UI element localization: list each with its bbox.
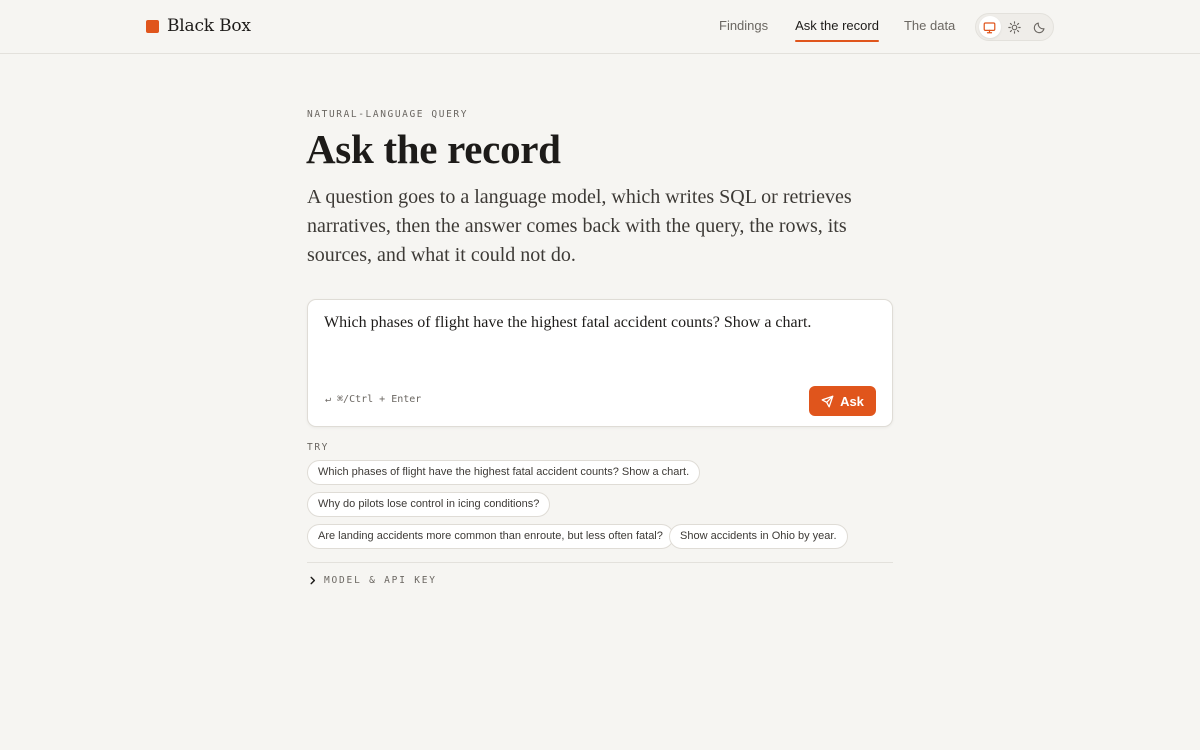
theme-system-button[interactable] bbox=[979, 16, 1001, 38]
model-settings-label: MODEL & API KEY bbox=[324, 575, 437, 586]
query-composer: Which phases of flight have the highest … bbox=[307, 299, 893, 427]
brand-logo-icon bbox=[146, 19, 159, 33]
theme-toggle bbox=[975, 13, 1054, 41]
page-eyebrow: NATURAL-LANGUAGE QUERY bbox=[307, 109, 469, 120]
ask-button-label: Ask bbox=[840, 393, 864, 409]
top-bar: Black Box Findings Ask the record The da… bbox=[0, 0, 1200, 54]
brand[interactable]: Black Box bbox=[146, 15, 251, 37]
theme-light-button[interactable] bbox=[1004, 16, 1026, 38]
suggestion-chip[interactable]: Show accidents in Ohio by year. bbox=[669, 524, 848, 549]
sun-icon bbox=[1008, 20, 1021, 34]
suggestion-chip[interactable]: Are landing accidents more common than e… bbox=[307, 524, 674, 549]
suggestion-chip[interactable]: Why do pilots lose control in icing cond… bbox=[307, 492, 551, 517]
send-icon bbox=[821, 395, 834, 407]
main-nav: Findings Ask the record The data bbox=[719, 18, 955, 42]
theme-dark-button[interactable] bbox=[1028, 16, 1050, 38]
brand-name: Black Box bbox=[167, 16, 251, 36]
monitor-icon bbox=[983, 21, 996, 33]
chevron-right-icon bbox=[310, 576, 316, 585]
query-input[interactable]: Which phases of flight have the highest … bbox=[324, 313, 874, 333]
suggestions-label: TRY bbox=[307, 442, 329, 453]
nav-findings[interactable]: Findings bbox=[719, 18, 768, 39]
page-description: A question goes to a language model, whi… bbox=[307, 186, 852, 266]
page-title: Ask the record bbox=[306, 126, 561, 172]
submit-shortcut-hint: ↵ ⌘/Ctrl + Enter bbox=[325, 394, 422, 405]
section-divider bbox=[307, 562, 893, 563]
ask-button[interactable]: Ask bbox=[809, 386, 876, 416]
nav-the-data[interactable]: The data bbox=[904, 18, 955, 39]
suggestion-chip[interactable]: Which phases of flight have the highest … bbox=[307, 460, 701, 485]
model-settings-toggle[interactable]: MODEL & API KEY bbox=[309, 575, 437, 586]
nav-ask-the-record[interactable]: Ask the record bbox=[795, 18, 879, 42]
moon-icon bbox=[1033, 21, 1045, 33]
